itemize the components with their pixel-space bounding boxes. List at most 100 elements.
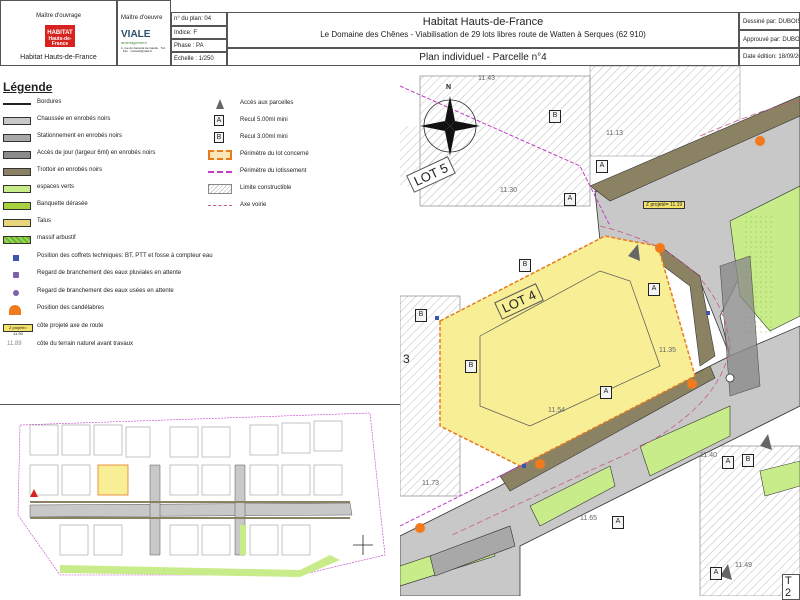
acces-swatch bbox=[3, 151, 31, 159]
recul-a-marker: A bbox=[564, 193, 576, 206]
plan-indice: Indice: F bbox=[171, 26, 227, 39]
legend-item-recul-b: B Recul 3.00ml mini bbox=[208, 131, 408, 145]
legend-label: Regard de branchement des eaux pluviales… bbox=[37, 270, 182, 276]
legend-label: Stationnement en enrobés noirs bbox=[37, 133, 123, 139]
legend-item-eaux-pluviales: Regard de branchement des eaux pluviales… bbox=[3, 268, 303, 282]
limite-constructible-swatch bbox=[208, 184, 232, 194]
bordure-line-swatch bbox=[3, 103, 31, 105]
legend-label: Limite constructible bbox=[240, 185, 292, 191]
espaces-verts-swatch bbox=[3, 185, 31, 193]
recul-a-marker: A bbox=[710, 567, 722, 580]
recul-a-marker: A bbox=[600, 386, 612, 399]
spot-level: 11.54 bbox=[548, 407, 565, 414]
legend-label: espaces verts bbox=[37, 184, 75, 190]
cote-terrain-sample: 11.89 bbox=[7, 341, 22, 347]
legend-item-candelabres: Position des candélabres bbox=[3, 303, 303, 317]
perimetre-lot-swatch bbox=[208, 150, 232, 160]
plan-title: Plan individuel - Parcelle n°4 bbox=[227, 48, 739, 66]
cote-axe-sample: Z projeté= 11.90 bbox=[3, 324, 33, 336]
lot2-label: T 2 bbox=[782, 574, 800, 600]
spot-level: 11.49 bbox=[735, 562, 752, 569]
legend-item-perimetre-lot: Périmètre du lot concerné bbox=[208, 148, 408, 162]
spot-level: 11.43 bbox=[478, 75, 495, 82]
recul-a-marker: A bbox=[612, 516, 624, 529]
legend-item-recul-a: A Recul 5.00ml mini bbox=[208, 114, 408, 128]
recul-b-marker: B bbox=[549, 110, 561, 123]
owner-logo-line2: Hauts-de-France bbox=[48, 35, 72, 48]
legend-label: Chaussée en enrobés noirs bbox=[37, 116, 111, 122]
legend-label: Accès aux parcelles bbox=[240, 100, 294, 106]
designer-sub: aménagement bbox=[121, 39, 147, 45]
plan-scale: Echelle : 1/250 bbox=[171, 52, 227, 66]
spot-level: 11.35 bbox=[659, 347, 676, 354]
spot-level: 11.40 bbox=[700, 452, 717, 459]
recul-b-marker: B bbox=[742, 454, 754, 467]
legend-item-coffrets: Position des coffrets techniques: BT, PT… bbox=[3, 251, 303, 265]
z-projete-tag: Z projeté= 11.19 bbox=[643, 201, 686, 209]
legend-label: Recul 3.00ml mini bbox=[240, 134, 288, 140]
parcel-plan bbox=[400, 66, 800, 596]
recul-b-marker: B bbox=[415, 309, 427, 322]
owner-logo: HABITAT Hauts-de-France bbox=[45, 25, 75, 47]
spot-level: 11.13 bbox=[606, 130, 623, 137]
lot3-label: 3 bbox=[403, 352, 410, 366]
legend-item-talus: Talus bbox=[3, 216, 303, 230]
compass-north-label: N bbox=[446, 84, 452, 91]
recul-a-icon: A bbox=[214, 115, 224, 126]
legend-label: côte projeté axe de route bbox=[37, 323, 104, 329]
legend-item-axe-voirie: Axe voirie bbox=[208, 199, 408, 213]
access-triangle-icon bbox=[216, 99, 224, 109]
approved-by: Approuvé par: DUBOIS bbox=[739, 30, 800, 48]
coffret-icon bbox=[13, 255, 19, 261]
legend-label: Périmètre du lot concerné bbox=[240, 151, 309, 157]
legend-label: massif arbustif bbox=[37, 235, 76, 241]
legend-label: côte du terrain naturel avant travaux bbox=[37, 341, 134, 347]
legend-label: Position des coffrets techniques: BT, PT… bbox=[37, 253, 213, 259]
designer-address: 1, rue du Général de Gaulle · Tél. · Fax… bbox=[121, 45, 166, 54]
designer-title: Maître d'oeuvre bbox=[121, 15, 163, 21]
overview-map bbox=[0, 404, 400, 597]
candelabre-icon bbox=[9, 305, 21, 315]
legend-item-limite-constructible: Limite constructible bbox=[208, 182, 408, 196]
designer-logo: VIALE bbox=[121, 28, 151, 40]
owner-title: Maître d'ouvrage bbox=[36, 13, 81, 19]
legend-label: Axe voirie bbox=[240, 202, 267, 208]
perimetre-lotissement-swatch bbox=[208, 171, 232, 173]
legend-label: Accès de jour (largeur 6ml) en enrobés n… bbox=[37, 150, 156, 156]
legend-label: Périmètre du lotissement bbox=[240, 168, 307, 174]
legend-item-acces-parcelles: Accès aux parcelles bbox=[208, 97, 408, 111]
legend-label: Recul 5.00ml mini bbox=[240, 117, 288, 123]
legend-item-massif: massif arbustif bbox=[3, 233, 303, 247]
recul-b-icon: B bbox=[214, 132, 224, 143]
plan-phase: Phase : PA bbox=[171, 39, 227, 52]
legend-item-cote-terrain: 11.89 côte du terrain naturel avant trav… bbox=[3, 339, 303, 353]
regard-pluvial-icon bbox=[13, 272, 19, 278]
legend-label: Talus bbox=[37, 218, 52, 224]
drawn-by: Dessiné par: DUBOIS bbox=[739, 12, 800, 30]
recul-b-marker: B bbox=[519, 259, 531, 272]
axe-voirie-swatch bbox=[208, 205, 232, 206]
legend-label: Regard de branchement des eaux usées en … bbox=[37, 288, 174, 294]
spot-level: 11.65 bbox=[580, 515, 597, 522]
regard-usees-icon bbox=[13, 290, 19, 296]
legend-label: Banquette dérasée bbox=[37, 201, 88, 207]
edition-date: Date édition: 18/09/20 bbox=[739, 48, 800, 66]
banquette-swatch bbox=[3, 202, 31, 210]
legend-item-perimetre-lotissement: Périmètre du lotissement bbox=[208, 165, 408, 179]
recul-a-marker: A bbox=[648, 283, 660, 296]
legend-title: Légende bbox=[3, 80, 53, 94]
recul-b-marker: B bbox=[465, 360, 477, 373]
legend-label: Bordures bbox=[37, 99, 62, 105]
plan-number: n° du plan: 04 bbox=[171, 12, 227, 26]
title-block: Habitat Hauts-de-France Le Domaine des C… bbox=[227, 12, 739, 48]
legend-item-eaux-usees: Regard de branchement des eaux usées en … bbox=[3, 286, 303, 300]
massif-swatch bbox=[3, 236, 31, 244]
spot-level: 11.73 bbox=[422, 480, 439, 487]
recul-a-marker: A bbox=[722, 456, 734, 469]
recul-a-marker: A bbox=[596, 160, 608, 173]
owner-block: Maître d'ouvrage HABITAT Hauts-de-France… bbox=[0, 0, 117, 66]
project-subtitle: Le Domaine des Chênes - Viabilisation de… bbox=[320, 30, 646, 39]
trottoir-swatch bbox=[3, 168, 31, 176]
legend-label: Trottoir en enrobés noirs bbox=[37, 167, 103, 173]
legend-label: Position des candélabres bbox=[37, 305, 105, 311]
